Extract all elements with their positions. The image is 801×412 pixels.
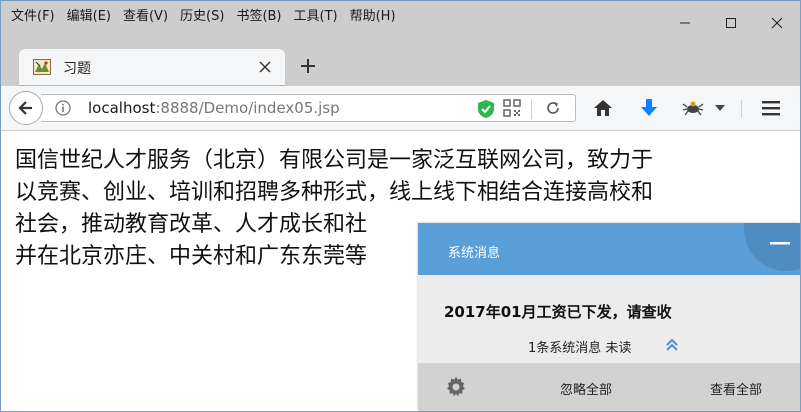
menu-history[interactable]: 历史(S): [174, 7, 230, 27]
new-tab-button[interactable]: [295, 53, 321, 79]
qr-code-icon[interactable]: [503, 99, 521, 117]
extension-button[interactable]: [681, 97, 705, 119]
tab-active[interactable]: 习题: [19, 49, 285, 86]
browser-window: 文件(F) 编辑(E) 查看(V) 历史(S) 书签(B) 工具(T) 帮助(H…: [0, 0, 801, 412]
download-button[interactable]: [637, 97, 661, 119]
menu-edit[interactable]: 编辑(E): [61, 7, 117, 27]
minimize-icon: [680, 22, 690, 24]
menu-bookmarks[interactable]: 书签(B): [230, 7, 287, 27]
message-subject[interactable]: 2017年01月工资已下发，请查收: [444, 301, 672, 322]
menu-icon: [762, 101, 780, 116]
close-icon: [259, 61, 271, 73]
maximize-button[interactable]: [708, 1, 754, 45]
view-all-button[interactable]: 查看全部: [710, 379, 762, 398]
tab-close-button[interactable]: [255, 57, 275, 77]
tab-strip: 习题: [1, 45, 800, 86]
double-chevron-up-icon[interactable]: [664, 337, 680, 353]
menu-tools[interactable]: 工具(T): [288, 7, 344, 27]
home-button[interactable]: [591, 97, 615, 119]
menu-bar: 文件(F) 编辑(E) 查看(V) 历史(S) 书签(B) 工具(T) 帮助(H…: [5, 7, 402, 27]
popup-title: 系统消息: [448, 246, 501, 261]
maximize-icon: [726, 18, 736, 28]
popup-minimize-button[interactable]: [768, 234, 792, 254]
home-icon: [594, 100, 612, 116]
address-bar[interactable]: localhost:8888/Demo/index05.jsp: [41, 94, 576, 122]
system-message-popup: 系统消息 2017年01月工资已下发，请查收 1条系统消息 未读 忽略全部 查看…: [418, 223, 800, 411]
gear-icon[interactable]: [444, 375, 468, 399]
download-icon: [641, 99, 657, 116]
close-icon: [771, 17, 783, 29]
minimize-icon: [770, 242, 790, 245]
body-line: 国信世纪人才服务（北京）有限公司是一家泛互联网公司，致力于: [15, 148, 654, 173]
tab-title: 习题: [63, 61, 91, 77]
menu-file[interactable]: 文件(F): [5, 7, 61, 27]
plus-icon: [301, 59, 315, 73]
close-window-button[interactable]: [754, 1, 800, 45]
toolbar-divider: [741, 100, 742, 118]
message-count-status: 1条系统消息 未读: [528, 341, 632, 356]
body-line: 以竞赛、创业、培训和招聘多种形式，线上线下相结合连接高校和: [15, 180, 654, 205]
info-icon[interactable]: [55, 100, 71, 116]
extension-icon: [682, 101, 704, 116]
window-controls: [662, 1, 800, 45]
main-menu-button[interactable]: [759, 97, 783, 119]
favicon-icon: [33, 59, 51, 75]
reload-icon[interactable]: [545, 100, 561, 116]
shield-icon[interactable]: [477, 99, 495, 119]
url-path: :8888/Demo/index05.jsp: [155, 99, 340, 117]
url-host: localhost: [88, 99, 156, 117]
menu-view[interactable]: 查看(V): [117, 7, 174, 27]
extension-dropdown-button[interactable]: [711, 97, 729, 119]
menu-help[interactable]: 帮助(H): [344, 7, 402, 27]
minimize-button[interactable]: [662, 1, 708, 45]
back-button[interactable]: [9, 91, 43, 125]
url-text[interactable]: localhost:8888/Demo/index05.jsp: [88, 99, 340, 117]
popup-footer: 忽略全部 查看全部: [418, 363, 800, 411]
back-arrow-icon: [18, 101, 32, 115]
popup-body: 2017年01月工资已下发，请查收 1条系统消息 未读: [418, 275, 800, 363]
popup-header: 系统消息: [418, 223, 800, 275]
address-bar-divider: [531, 99, 532, 119]
ignore-all-button[interactable]: 忽略全部: [560, 379, 612, 398]
dropdown-icon: [715, 105, 725, 111]
title-bar: 文件(F) 编辑(E) 查看(V) 历史(S) 书签(B) 工具(T) 帮助(H…: [1, 1, 800, 45]
